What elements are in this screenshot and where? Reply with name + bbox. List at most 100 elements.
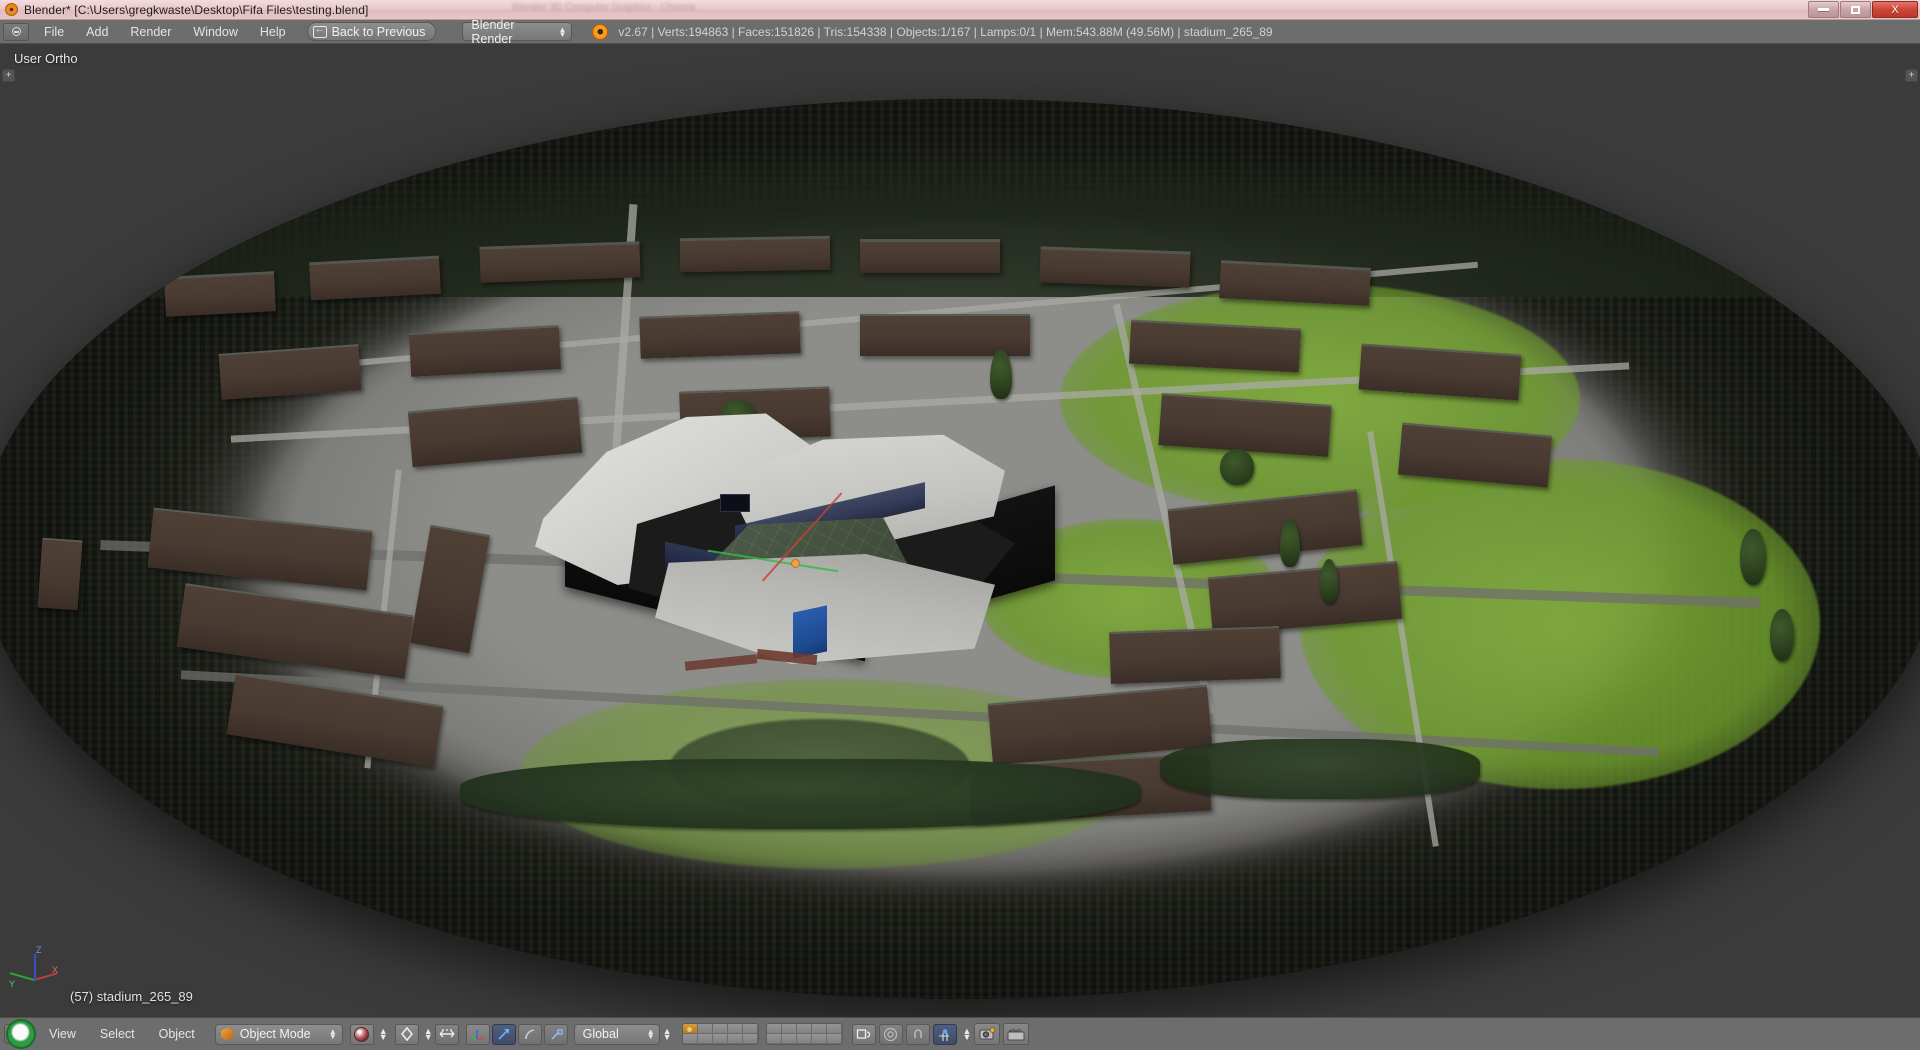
layer-button[interactable] — [698, 1024, 713, 1034]
manipulator-icon — [470, 1027, 485, 1042]
layer-button[interactable] — [827, 1024, 842, 1034]
layer-button[interactable] — [797, 1034, 812, 1044]
building-row — [409, 325, 561, 377]
layer-group-left[interactable] — [682, 1023, 759, 1045]
close-button[interactable]: X — [1872, 1, 1918, 18]
snap-target-select[interactable] — [933, 1024, 957, 1045]
chevron-updown-icon: ▲▼ — [647, 1029, 655, 1039]
tree-belt — [460, 759, 1140, 829]
layer-button[interactable] — [728, 1034, 743, 1044]
info-editor-icon[interactable] — [3, 23, 29, 41]
building-row — [1039, 246, 1190, 287]
viewport-shading-select[interactable] — [350, 1024, 374, 1045]
layer-button[interactable] — [683, 1034, 698, 1044]
building-row — [860, 239, 1000, 273]
stadium-entrance-block — [793, 605, 827, 658]
window-title: Blender* [C:\Users\gregkwaste\Desktop\Fi… — [24, 3, 368, 17]
menu-add[interactable]: Add — [75, 22, 119, 42]
layer-button[interactable] — [812, 1024, 827, 1034]
viewport-header-bar: View Select Object Object Mode ▲▼ ▲▼ ▲▼ — [0, 1017, 1920, 1050]
scale-icon — [549, 1027, 563, 1041]
render-image-button[interactable] — [974, 1023, 1000, 1045]
toolshelf-toggle[interactable]: + — [2, 69, 15, 82]
layer-button[interactable] — [767, 1034, 782, 1044]
axis-x-label: X — [52, 965, 58, 975]
layer-button[interactable] — [743, 1024, 758, 1034]
menu-object[interactable]: Object — [147, 1024, 207, 1044]
render-animation-icon — [1007, 1027, 1025, 1041]
back-to-previous-label: Back to Previous — [332, 25, 426, 39]
building-row — [1129, 320, 1301, 373]
render-engine-select[interactable]: Blender Render ▲▼ — [462, 22, 572, 41]
blender-logo-icon — [592, 24, 608, 40]
menu-select[interactable]: Select — [88, 1024, 147, 1044]
cube-icon — [221, 1028, 234, 1041]
proportional-edit-icon — [883, 1027, 898, 1042]
scene-statistics: v2.67 | Verts:194863 | Faces:151826 | Tr… — [618, 25, 1272, 39]
layer-button[interactable] — [728, 1024, 743, 1034]
layer-button[interactable] — [713, 1024, 728, 1034]
tree-belt — [1160, 739, 1480, 799]
layer-group-right[interactable] — [766, 1023, 843, 1045]
chevron-updown-icon[interactable]: ▲▼ — [424, 1028, 433, 1040]
axis-gizmo: X Y Z — [8, 943, 60, 995]
maximize-button[interactable] — [1840, 1, 1871, 18]
chevron-updown-icon[interactable]: ▲▼ — [663, 1028, 672, 1040]
menu-render[interactable]: Render — [119, 22, 182, 42]
layer-button[interactable] — [797, 1024, 812, 1034]
lock-camera-to-view-toggle[interactable] — [852, 1024, 876, 1045]
layer-button[interactable] — [683, 1024, 698, 1034]
layer-button[interactable] — [698, 1034, 713, 1044]
scene-render — [0, 44, 1920, 1017]
proportional-edit-toggle[interactable] — [879, 1024, 903, 1045]
snap-toggle[interactable] — [906, 1024, 930, 1045]
blender-ball-icon — [6, 1019, 36, 1049]
manipulator-rotate-button[interactable] — [518, 1024, 542, 1045]
layer-button[interactable] — [713, 1034, 728, 1044]
tree — [1770, 609, 1794, 661]
menu-view[interactable]: View — [37, 1024, 88, 1044]
stadium-model[interactable] — [535, 404, 1115, 674]
chevron-updown-icon[interactable]: ▲▼ — [963, 1028, 972, 1040]
minimize-button[interactable] — [1808, 1, 1839, 18]
interaction-mode-select[interactable]: Object Mode ▲▼ — [215, 1024, 343, 1045]
manipulator-scale-button[interactable] — [544, 1024, 568, 1045]
3d-viewport[interactable]: User Ortho (57) stadium_265_89 + + X Y Z — [0, 44, 1920, 1017]
pivot-point-select[interactable] — [395, 1024, 419, 1045]
back-arrow-icon — [313, 26, 327, 38]
blender-application-window: Blender* [C:\Users\gregkwaste\Desktop\Fi… — [0, 0, 1920, 1050]
pivot-center-toggle[interactable] — [435, 1024, 459, 1045]
properties-region-toggle[interactable]: + — [1905, 69, 1918, 82]
maximize-icon — [1851, 6, 1860, 14]
layer-button[interactable] — [767, 1024, 782, 1034]
background-window-title: Blender 3D Computer Graphics - Chrome — [512, 2, 747, 17]
manipulator-translate-button[interactable] — [492, 1024, 516, 1045]
chevron-updown-icon[interactable]: ▲▼ — [379, 1028, 388, 1040]
layer-button[interactable] — [782, 1034, 797, 1044]
transform-orientation-select[interactable]: Global ▲▼ — [574, 1024, 660, 1045]
menu-window[interactable]: Window — [182, 22, 248, 42]
manipulator-toggle[interactable] — [466, 1024, 490, 1045]
rotate-arc-icon — [523, 1027, 537, 1041]
layer-button[interactable] — [812, 1034, 827, 1044]
menu-help[interactable]: Help — [249, 22, 297, 42]
viewport-selected-object-label: (57) stadium_265_89 — [70, 989, 193, 1004]
menu-file[interactable]: File — [33, 22, 75, 42]
shading-controls: ▲▼ — [350, 1024, 388, 1045]
building-row — [639, 311, 800, 359]
building-row — [680, 236, 831, 273]
object-origin — [791, 559, 800, 568]
axis-z-label: Z — [36, 945, 42, 955]
snap-increment-icon — [937, 1027, 952, 1042]
building-row — [219, 344, 362, 400]
stadium-ramp — [685, 654, 758, 670]
render-animation-button[interactable] — [1003, 1023, 1029, 1045]
layer-button[interactable] — [743, 1034, 758, 1044]
back-to-previous-button[interactable]: Back to Previous — [307, 22, 437, 41]
tree — [1220, 449, 1254, 485]
window-titlebar[interactable]: Blender* [C:\Users\gregkwaste\Desktop\Fi… — [0, 0, 1920, 20]
info-header-bar: File Add Render Window Help Back to Prev… — [0, 20, 1920, 44]
layer-button[interactable] — [827, 1034, 842, 1044]
layer-button[interactable] — [782, 1024, 797, 1034]
render-engine-value: Blender Render — [471, 18, 558, 46]
